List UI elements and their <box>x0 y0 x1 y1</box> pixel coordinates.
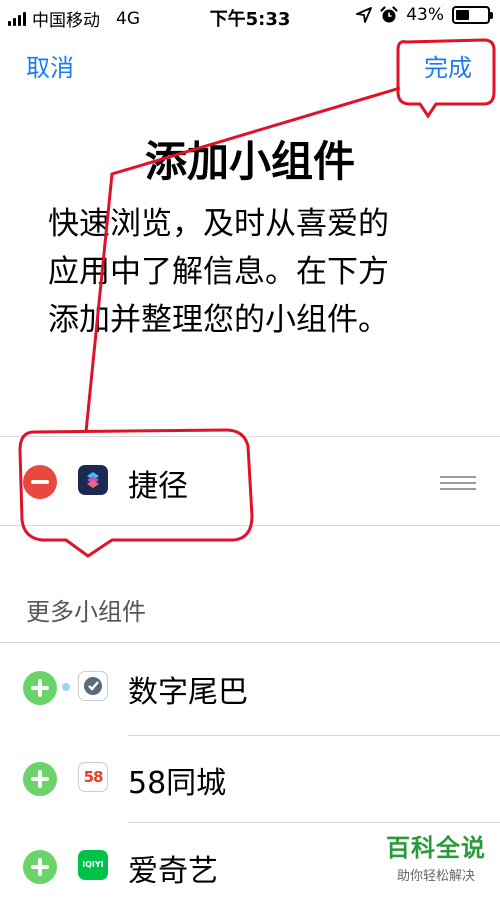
watermark: 百科全说 助你轻松解决 <box>386 828 486 884</box>
annotation-done-callout <box>396 38 496 119</box>
watermark-title: 百科全说 <box>386 834 486 862</box>
annotation-pointer-line <box>84 86 401 433</box>
annotation-overlay <box>18 38 496 558</box>
annotation-shortcuts-callout <box>18 428 254 558</box>
watermark-subtitle: 助你轻松解决 <box>396 869 475 884</box>
